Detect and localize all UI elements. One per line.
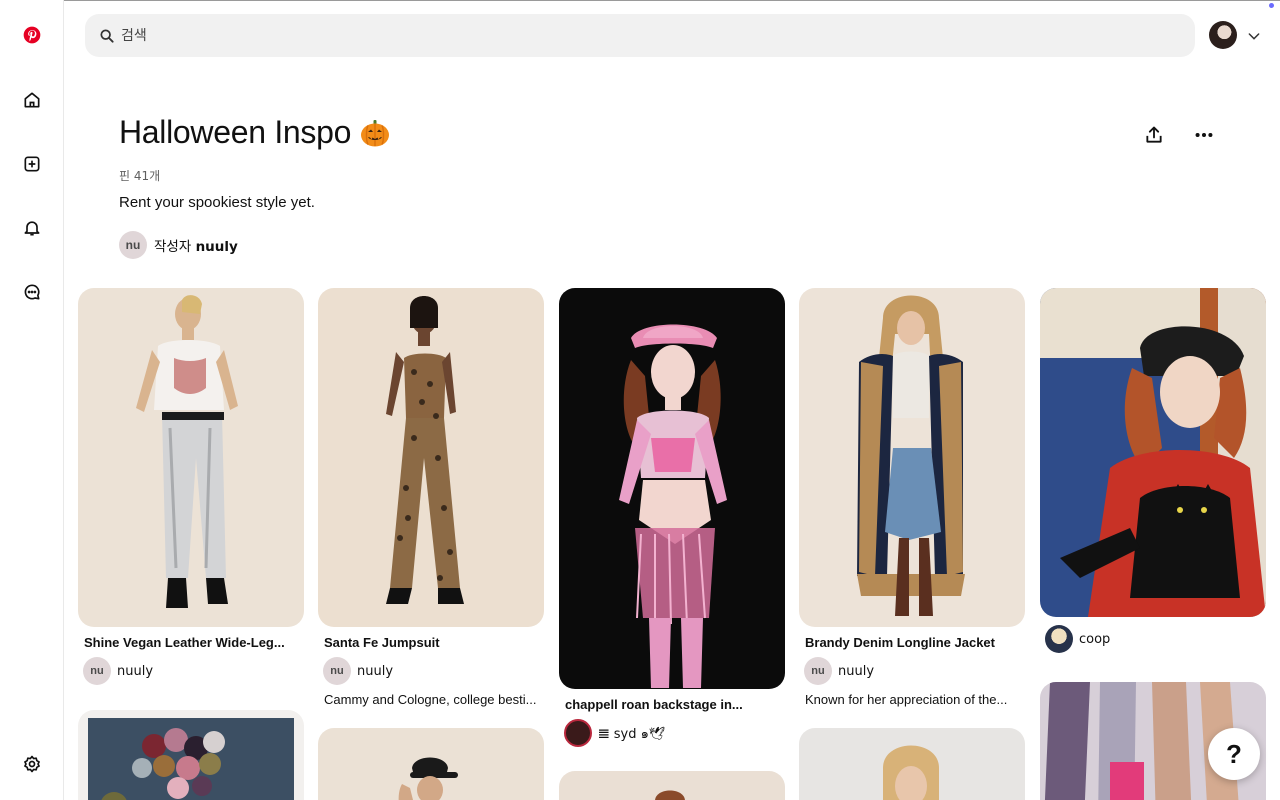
more-icon	[1195, 132, 1213, 138]
pin-title[interactable]: Shine Vegan Leather Wide-Leg...	[84, 635, 299, 650]
pin-author[interactable]: 𝌆 syd ๑🕊	[564, 719, 785, 747]
pin-illustration	[88, 718, 294, 800]
pin-image[interactable]	[1040, 288, 1266, 617]
pin-title[interactable]: chappell roan backstage in...	[565, 697, 780, 712]
pin-description: Known for her appreciation of the...	[805, 692, 1008, 707]
pin-author[interactable]: nu nuuly	[804, 657, 1025, 685]
share-button[interactable]	[1138, 119, 1170, 151]
sidebar	[0, 0, 64, 800]
pin-title[interactable]: Brandy Denim Longline Jacket	[805, 635, 1020, 650]
pin-description: Cammy and Cologne, college besti...	[324, 692, 537, 707]
pin-image[interactable]	[559, 288, 785, 689]
board-description: Rent your spookiest style yet.	[119, 194, 315, 211]
pin-card[interactable]: Brandy Denim Longline Jacket nu nuuly Kn…	[799, 288, 1025, 707]
status-dot	[1269, 3, 1274, 8]
settings-icon[interactable]	[12, 744, 52, 784]
create-icon[interactable]	[12, 144, 52, 184]
author-avatar[interactable]	[564, 719, 592, 747]
author-name[interactable]: 𝌆 syd ๑🕊	[598, 723, 665, 744]
creator-name[interactable]: nuuly	[196, 239, 238, 255]
board-creator[interactable]: nu 작성자 nuuly	[119, 231, 238, 259]
pin-illustration	[386, 296, 464, 604]
pin-card[interactable]	[799, 728, 1025, 800]
pin-illustration	[398, 757, 458, 800]
window-top-border	[0, 0, 1280, 1]
author-name[interactable]: nuuly	[838, 664, 874, 679]
profile-avatar[interactable]	[1209, 21, 1237, 49]
pin-card[interactable]	[78, 710, 304, 800]
board-title: Halloween Inspo	[119, 114, 391, 151]
pin-image[interactable]	[78, 710, 304, 800]
search-bar[interactable]	[85, 14, 1195, 57]
author-avatar[interactable]	[1045, 625, 1073, 653]
pin-image[interactable]	[799, 288, 1025, 627]
notifications-icon[interactable]	[12, 208, 52, 248]
creator-prefix: 작성자	[154, 239, 192, 255]
more-options-button[interactable]	[1188, 119, 1220, 151]
pin-card[interactable]: chappell roan backstage in... 𝌆 syd ๑🕊	[559, 288, 785, 747]
board-title-text: Halloween Inspo	[119, 114, 352, 150]
chevron-down-icon[interactable]	[1246, 28, 1262, 44]
pin-card[interactable]	[559, 771, 785, 800]
pin-author[interactable]: nu nuuly	[83, 657, 304, 685]
pinterest-logo-icon[interactable]	[12, 15, 52, 55]
pin-illustration	[1040, 288, 1266, 617]
search-icon	[100, 28, 114, 43]
pin-image[interactable]	[78, 288, 304, 627]
pin-author[interactable]: nu nuuly	[323, 657, 544, 685]
pin-card[interactable]	[318, 728, 544, 800]
author-avatar[interactable]: nu	[83, 657, 111, 685]
messages-icon[interactable]	[12, 272, 52, 312]
pumpkin-icon	[361, 119, 390, 146]
pin-count: 핀 41개	[119, 169, 161, 183]
pin-image[interactable]	[318, 288, 544, 627]
author-name[interactable]: nuuly	[357, 664, 393, 679]
pin-illustration	[136, 295, 238, 608]
author-name[interactable]: nuuly	[117, 664, 153, 679]
share-icon	[1146, 126, 1162, 143]
pin-card[interactable]: Shine Vegan Leather Wide-Leg... nu nuuly	[78, 288, 304, 685]
author-name[interactable]: coop	[1079, 632, 1110, 647]
pin-title[interactable]: Santa Fe Jumpsuit	[324, 635, 539, 650]
author-avatar[interactable]: nu	[323, 657, 351, 685]
help-button[interactable]: ?	[1208, 728, 1260, 780]
search-input[interactable]	[121, 27, 1121, 44]
home-icon[interactable]	[12, 80, 52, 120]
pin-illustration	[655, 790, 685, 800]
pin-image[interactable]	[318, 728, 544, 800]
author-avatar[interactable]: nu	[804, 657, 832, 685]
pin-author[interactable]: coop	[1045, 625, 1266, 653]
pin-image[interactable]	[799, 728, 1025, 800]
creator-label: 작성자 nuuly	[154, 235, 238, 255]
pin-illustration	[857, 295, 965, 616]
pin-illustration	[883, 745, 939, 800]
pin-card[interactable]: coop	[1040, 288, 1266, 653]
pin-image[interactable]	[559, 771, 785, 800]
creator-avatar[interactable]: nu	[119, 231, 147, 259]
pin-card[interactable]: Santa Fe Jumpsuit nu nuuly Cammy and Col…	[318, 288, 544, 707]
pin-illustration	[619, 324, 727, 688]
